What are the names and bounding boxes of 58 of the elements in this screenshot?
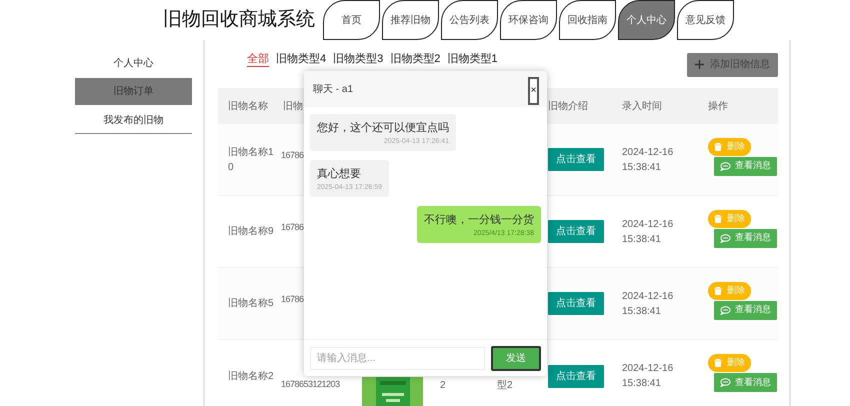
column-header: 操作	[707, 100, 729, 114]
filter-tab[interactable]: 全部	[247, 52, 269, 67]
table-cell-text: 2024-12-16 15:38:41	[621, 218, 674, 246]
send-button[interactable]: 发送	[491, 346, 541, 370]
chat-icon	[720, 234, 731, 242]
filter-tab[interactable]: 旧物类型1	[447, 52, 498, 67]
nav-tab[interactable]: 推荐旧物	[382, 0, 439, 40]
table-cell-text: 2024-12-16 15:38:41	[621, 290, 674, 318]
column-header: 旧物	[282, 100, 304, 114]
message-text: 真心想要	[317, 166, 361, 182]
table-cell-text: 旧物名称10	[228, 146, 274, 174]
table-cell-text: 2024-12-16 15:38:41	[621, 362, 674, 391]
nav-tab[interactable]: 环保咨询	[500, 0, 557, 40]
nav-tab[interactable]: 回收指南	[559, 0, 616, 40]
trash-icon	[714, 359, 722, 367]
trash-icon	[714, 214, 722, 222]
table-cell: 16786	[281, 294, 304, 304]
view-messages-button[interactable]: 查看消息	[714, 373, 777, 392]
nav-tab[interactable]: 公告列表	[441, 0, 498, 40]
view-messages-button[interactable]: 查看消息	[714, 300, 777, 320]
table-cell-text: 2024-12-16 15:38:41	[621, 146, 674, 174]
close-button[interactable]: ×	[528, 77, 539, 105]
table-cell-text: 旧物名称2	[228, 370, 274, 384]
table-cell: 型2	[497, 380, 513, 391]
table-cell: 16786	[281, 222, 304, 232]
table-cell: 16786	[281, 150, 304, 160]
chat-title: 聊天 - a1	[313, 82, 354, 96]
column-header: 旧物介绍	[547, 100, 589, 114]
message-text: 您好，这个还可以便宜点吗	[317, 120, 449, 136]
chat-icon	[720, 306, 731, 314]
view-details-button[interactable]: 点击查看	[548, 220, 604, 243]
column-header: 旧物名称	[227, 100, 269, 114]
table-cell-text: 旧物名称9	[228, 224, 274, 239]
table-cell: 2	[440, 380, 446, 391]
plus-icon	[695, 60, 704, 69]
nav-tab[interactable]: 个人中心	[618, 0, 675, 40]
site-title: 旧物回收商城系统	[163, 8, 315, 32]
chat-icon	[720, 378, 731, 387]
nav-tab[interactable]: 意见反馈	[677, 0, 734, 40]
column-header: 录入时间	[621, 100, 663, 114]
view-details-button[interactable]: 点击查看	[548, 148, 604, 171]
view-messages-button[interactable]: 查看消息	[714, 228, 777, 248]
add-item-button[interactable]: 添加旧物信息	[687, 52, 778, 76]
view-details-button[interactable]: 点击查看	[548, 364, 604, 388]
chat-icon	[720, 162, 731, 170]
filter-tab[interactable]: 旧物类型3	[333, 52, 384, 67]
filter-tab[interactable]: 旧物类型2	[390, 52, 440, 67]
table-cell-text: 旧物名称5	[228, 296, 274, 311]
trash-icon	[714, 286, 722, 294]
table-cell: 1678653121203	[281, 379, 340, 389]
filter-tab[interactable]: 旧物类型4	[276, 52, 326, 67]
view-messages-button[interactable]: 查看消息	[714, 156, 777, 176]
message-text: 不行噢，一分钱一分货	[424, 213, 534, 228]
trash-icon	[714, 142, 722, 150]
view-details-button[interactable]: 点击查看	[548, 292, 604, 315]
sidebar-item[interactable]: 旧物订单	[75, 78, 192, 105]
message-input[interactable]: 请输入消息...	[310, 346, 486, 370]
nav-tab[interactable]: 首页	[323, 0, 380, 40]
